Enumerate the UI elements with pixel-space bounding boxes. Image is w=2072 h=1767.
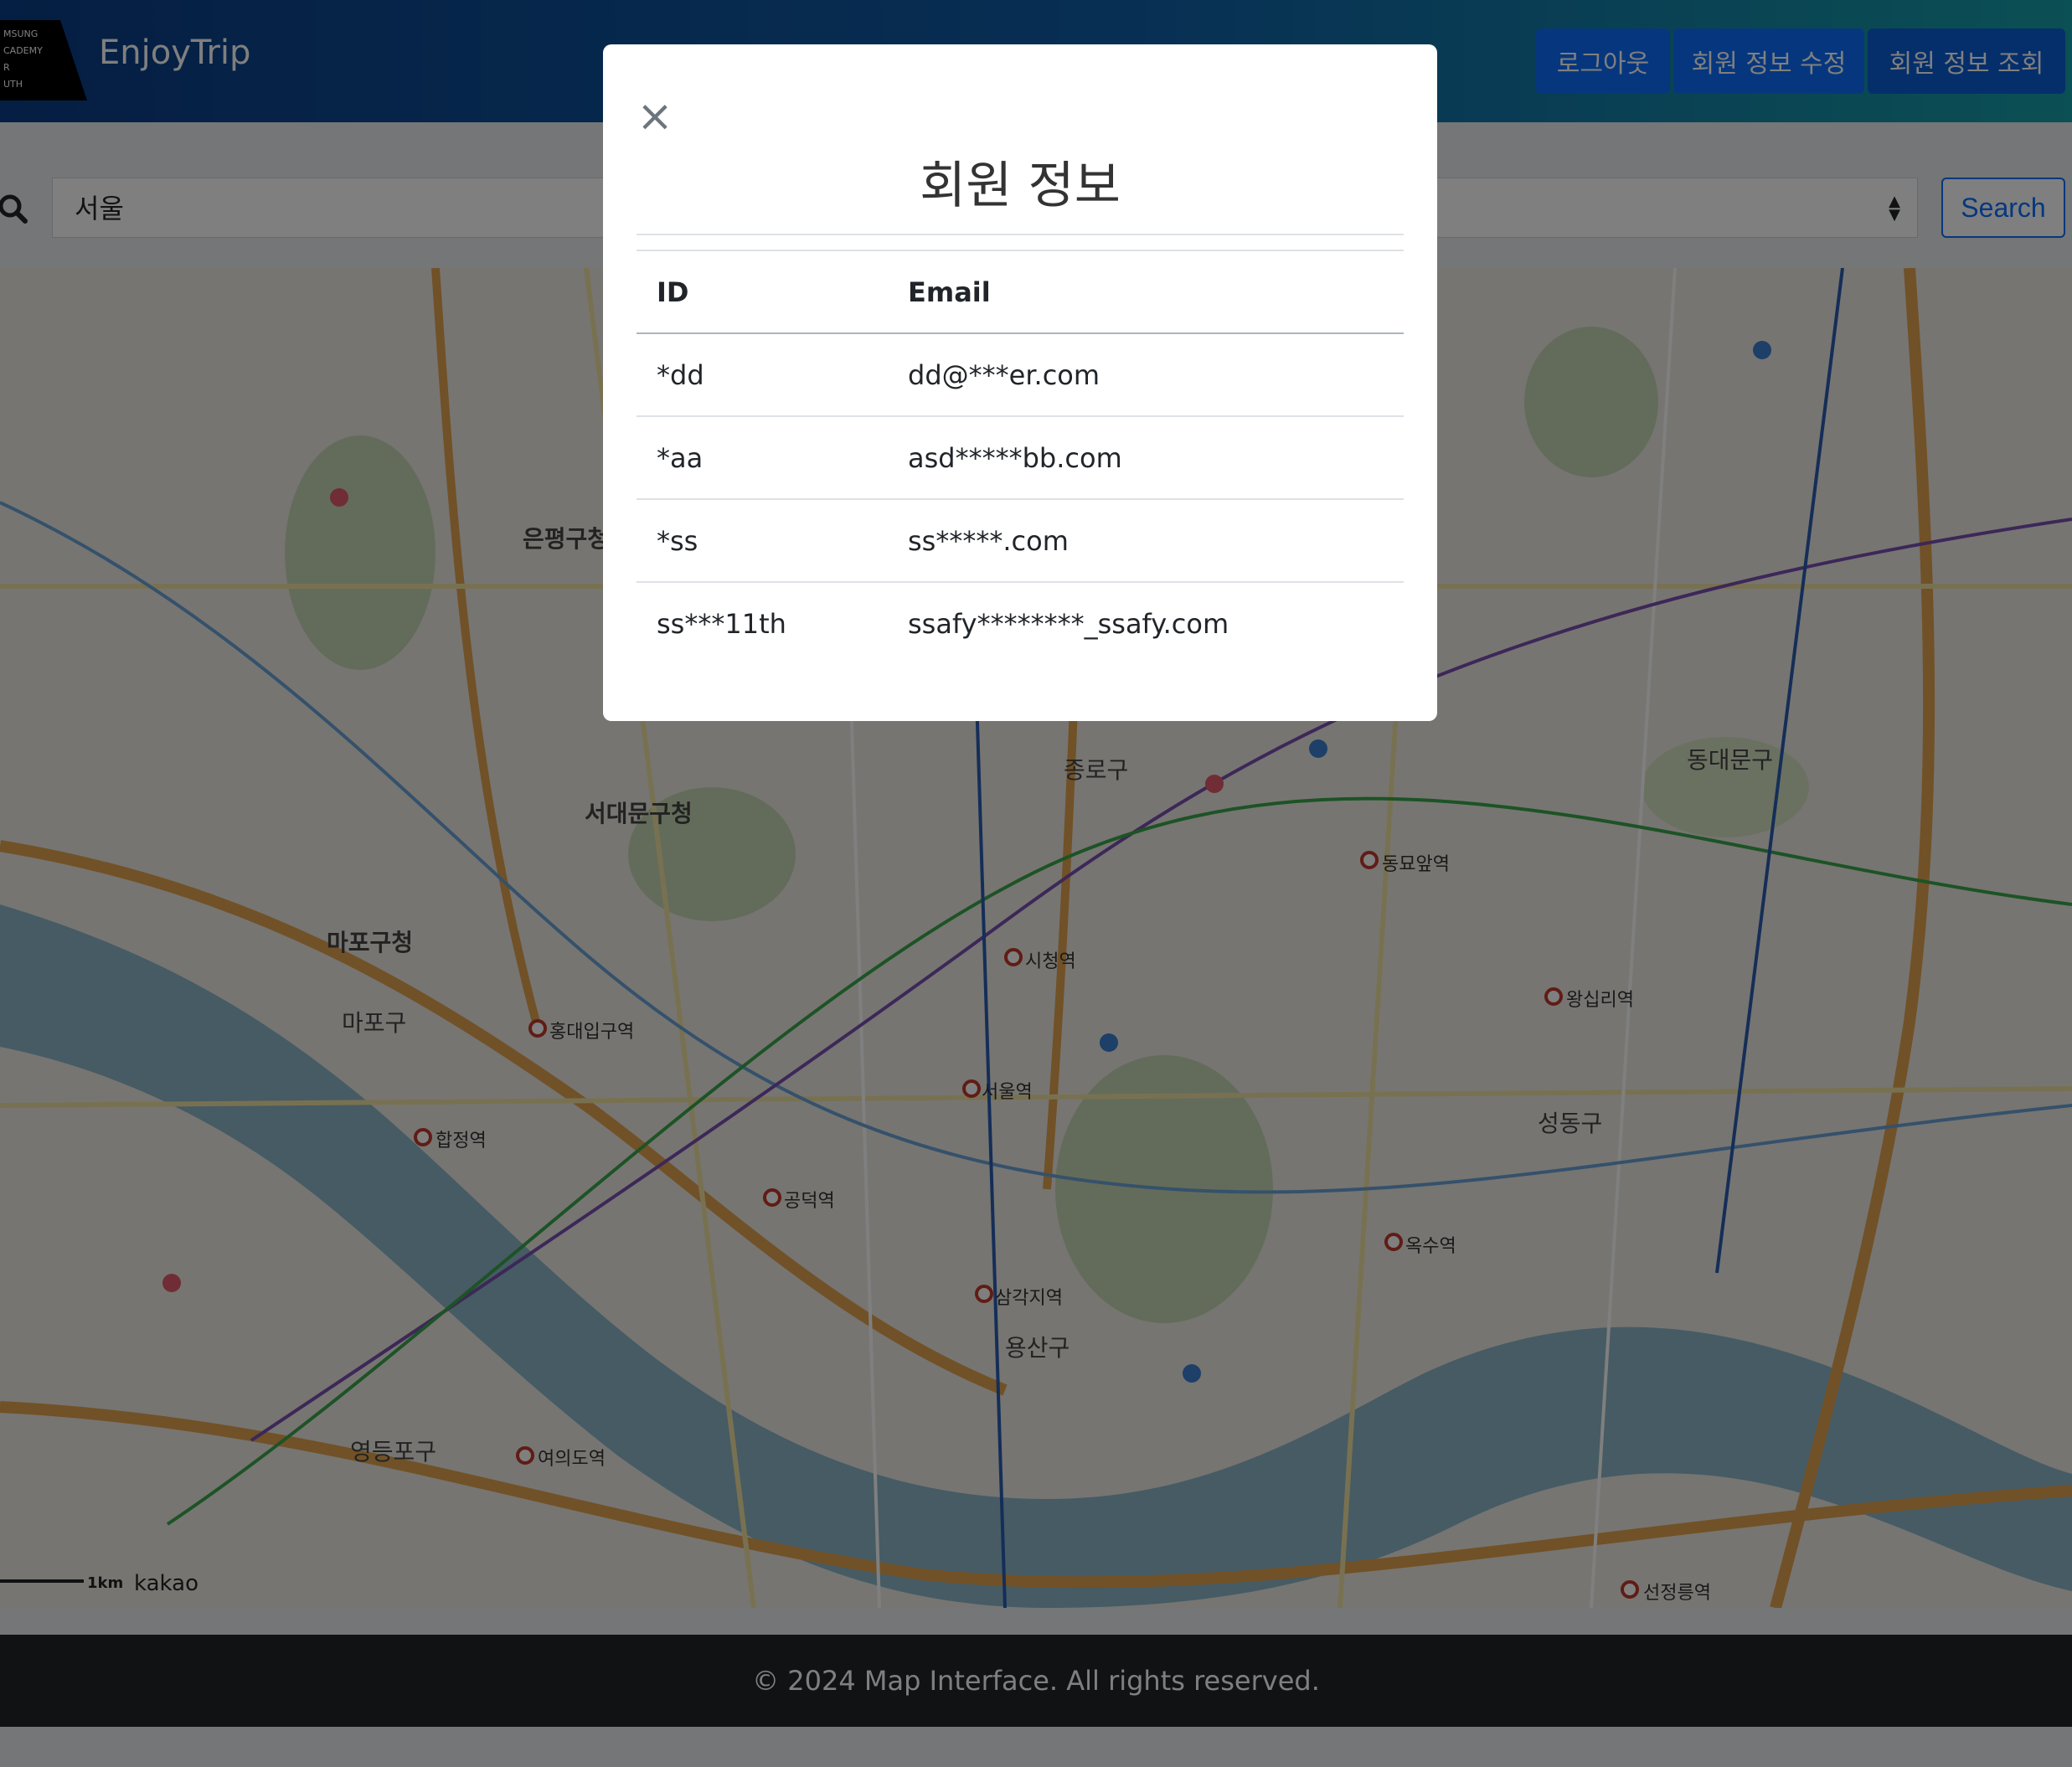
member-id: ss***11th [637, 581, 888, 664]
member-id: *ss [637, 498, 888, 582]
modal-title: 회원 정보 [920, 157, 1121, 215]
member-email: dd@***er.com [888, 332, 1404, 416]
member-id: *dd [637, 332, 888, 416]
table-row: ss***11th ssafy********_ssafy.com [637, 581, 1404, 664]
close-icon[interactable]: × [637, 95, 673, 138]
divider [637, 234, 1404, 235]
member-email: ssafy********_ssafy.com [888, 581, 1404, 664]
members-table: ID Email *dd dd@***er.com *aa asd*****bb… [637, 250, 1404, 664]
column-header-email: Email [888, 250, 1404, 334]
table-row: *dd dd@***er.com [637, 332, 1404, 416]
member-email: ss*****.com [888, 498, 1404, 582]
member-id: *aa [637, 415, 888, 499]
member-info-modal: × 회원 정보 ID Email *dd dd@***er.com *aa as… [603, 44, 1437, 721]
member-email: asd*****bb.com [888, 415, 1404, 499]
table-header-row: ID Email [637, 250, 1404, 334]
table-row: *aa asd*****bb.com [637, 415, 1404, 499]
table-row: *ss ss*****.com [637, 498, 1404, 582]
column-header-id: ID [637, 250, 888, 334]
